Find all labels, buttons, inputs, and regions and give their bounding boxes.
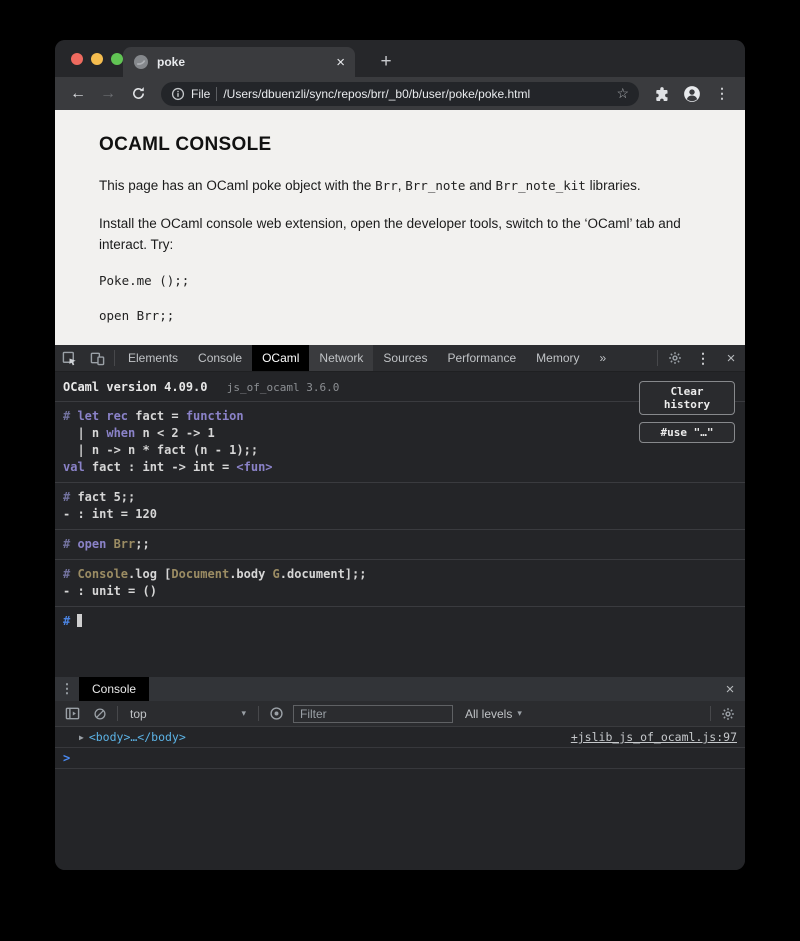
close-drawer-icon[interactable]: × xyxy=(715,677,745,701)
ocaml-repl-panel: Clear history #use "…" OCaml version 4.0… xyxy=(55,372,745,677)
console-log-row: ▶ <body>…</body> +jslib_js_of_ocaml.js:9… xyxy=(55,727,745,748)
expand-triangle-icon[interactable]: ▶ xyxy=(79,733,84,742)
browser-tab[interactable]: poke × xyxy=(123,47,355,77)
example-code-line: open Brr;; xyxy=(99,308,701,323)
traffic-lights xyxy=(71,53,123,65)
close-tab-icon[interactable]: × xyxy=(336,55,345,70)
logged-dom-node[interactable]: <body>…</body> xyxy=(89,730,186,744)
tab-ocaml[interactable]: OCaml xyxy=(252,345,309,371)
url-bar[interactable]: File /Users/dbuenzli/sync/repos/brr/_b0/… xyxy=(161,82,639,106)
extensions-puzzle-icon[interactable] xyxy=(649,82,675,106)
drawer-menu-kebab-icon[interactable]: ⋮ xyxy=(55,677,79,701)
close-devtools-icon[interactable]: × xyxy=(717,345,745,371)
zoom-window-button[interactable] xyxy=(111,53,123,65)
toolbar-divider xyxy=(117,706,118,721)
repl-prompt-line[interactable]: # xyxy=(55,606,745,636)
ocaml-version: OCaml version 4.09.0 xyxy=(63,380,208,394)
page-content: OCAML CONSOLE This page has an OCaml pok… xyxy=(55,110,745,345)
tab-strip: poke × + xyxy=(55,40,745,77)
repl-entry: # fact 5;; - : int = 120 xyxy=(55,482,745,529)
chevron-down-icon: ▾ xyxy=(517,708,522,719)
back-button[interactable]: ← xyxy=(65,81,91,107)
url-text[interactable]: /Users/dbuenzli/sync/repos/brr/_b0/b/use… xyxy=(223,87,610,101)
new-tab-button[interactable]: + xyxy=(371,47,401,77)
inspect-element-icon[interactable] xyxy=(55,345,83,371)
url-separator xyxy=(216,87,217,101)
lib-name-code: Brr_note_kit xyxy=(496,178,586,193)
tab-elements[interactable]: Elements xyxy=(118,345,188,371)
file-scheme-label: File xyxy=(191,87,210,101)
toolbar-divider xyxy=(710,706,711,721)
close-window-button[interactable] xyxy=(71,53,83,65)
intro-paragraph: This page has an OCaml poke object with … xyxy=(99,176,701,197)
tab-memory[interactable]: Memory xyxy=(526,345,589,371)
more-tabs-chevron[interactable]: » xyxy=(590,345,617,371)
intro-text: This page has an OCaml poke object with … xyxy=(99,178,375,193)
tab-sources[interactable]: Sources xyxy=(373,345,437,371)
favicon-icon xyxy=(133,54,149,70)
forward-button: → xyxy=(95,81,121,107)
console-toolbar: top ▾ All levels ▾ xyxy=(55,701,745,727)
filter-input[interactable] xyxy=(293,705,453,723)
address-toolbar: ← → File /Users/dbuenzli/sync/repos/brr/… xyxy=(55,77,745,110)
profile-avatar-icon[interactable] xyxy=(679,82,705,106)
toolbar-divider xyxy=(657,350,658,366)
toolbar-divider xyxy=(258,706,259,721)
clear-console-icon[interactable] xyxy=(89,703,111,725)
device-toolbar-icon[interactable] xyxy=(83,345,111,371)
javascript-context-dropdown[interactable]: top ▾ xyxy=(124,707,252,721)
browser-window: poke × + ← → File /Users/dbuenzli/sync/r… xyxy=(55,40,745,870)
intro-text: and xyxy=(465,178,495,193)
drawer-tab-console[interactable]: Console xyxy=(79,677,149,701)
jsoo-version: js_of_ocaml 3.6.0 xyxy=(227,381,340,394)
page-title: OCAML CONSOLE xyxy=(99,134,701,156)
chevron-down-icon: ▾ xyxy=(241,708,246,719)
console-prompt-row[interactable]: > xyxy=(55,748,745,769)
console-settings-gear-icon[interactable] xyxy=(717,703,739,725)
browser-menu-kebab-icon[interactable]: ⋮ xyxy=(709,82,735,106)
tab-performance[interactable]: Performance xyxy=(437,345,526,371)
levels-label: All levels xyxy=(465,707,512,721)
info-icon[interactable] xyxy=(171,87,185,101)
minimize-window-button[interactable] xyxy=(91,53,103,65)
devtools-settings-gear-icon[interactable] xyxy=(661,345,689,371)
toolbar-divider xyxy=(114,350,115,366)
devtools-tabbar: Elements Console OCaml Network Sources P… xyxy=(55,345,745,372)
tab-console[interactable]: Console xyxy=(188,345,252,371)
live-expression-eye-icon[interactable] xyxy=(265,703,287,725)
console-sidebar-icon[interactable] xyxy=(61,703,83,725)
context-label: top xyxy=(130,707,147,721)
console-prompt-chevron: > xyxy=(63,751,70,765)
repl-entry: # open Brr;; xyxy=(55,529,745,559)
devtools-menu-kebab-icon[interactable]: ⋮ xyxy=(689,345,717,371)
log-levels-dropdown[interactable]: All levels ▾ xyxy=(459,707,522,721)
source-location-link[interactable]: +jslib_js_of_ocaml.js:97 xyxy=(571,730,737,744)
console-drawer-header: ⋮ Console × xyxy=(55,677,745,701)
intro-text: libraries. xyxy=(586,178,641,193)
console-messages: ▶ <body>…</body> +jslib_js_of_ocaml.js:9… xyxy=(55,727,745,870)
tab-title: poke xyxy=(157,55,328,69)
lib-name-code: Brr xyxy=(375,178,398,193)
clear-history-button[interactable]: Clear history xyxy=(639,381,735,415)
bookmark-star-icon[interactable]: ☆ xyxy=(616,85,629,102)
lib-name-code: Brr_note xyxy=(405,178,465,193)
instructions-paragraph: Install the OCaml console web extension,… xyxy=(99,214,701,256)
tab-network[interactable]: Network xyxy=(309,345,373,371)
reload-button[interactable] xyxy=(125,81,151,107)
use-file-button[interactable]: #use "…" xyxy=(639,422,735,443)
repl-entry: # Console.log [Document.body G.document]… xyxy=(55,559,745,606)
example-code-line: Poke.me ();; xyxy=(99,273,701,288)
text-caret xyxy=(77,614,82,627)
